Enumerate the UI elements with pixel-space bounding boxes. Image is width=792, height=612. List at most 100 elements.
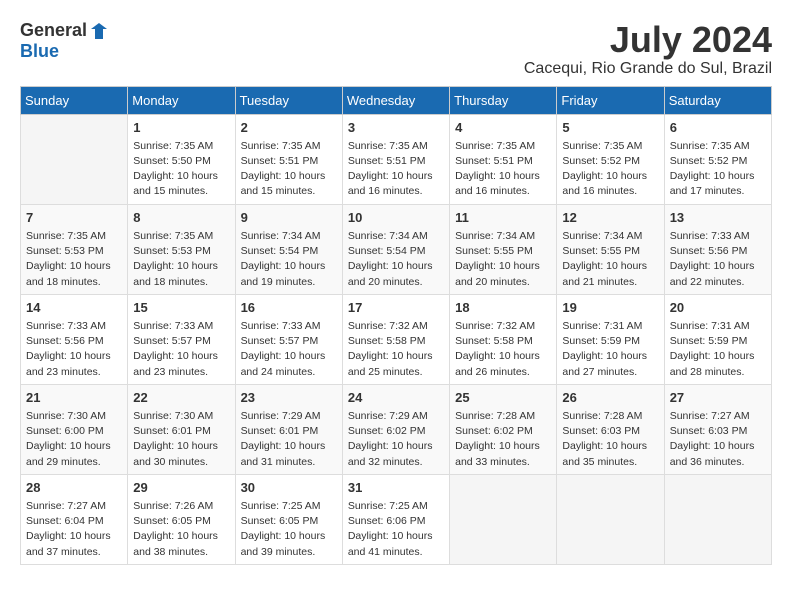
calendar-cell: 14 Sunrise: 7:33 AMSunset: 5:56 PMDayligh…: [21, 294, 128, 384]
day-info: Sunrise: 7:34 AMSunset: 5:55 PMDaylight:…: [455, 229, 551, 290]
day-number: 19: [562, 299, 658, 317]
calendar-cell: 18Sunrise: 7:32 AMSunset: 5:58 PMDayligh…: [450, 294, 557, 384]
day-info: Sunrise: 7:30 AMSunset: 6:00 PMDaylight:…: [26, 409, 122, 470]
day-info: Sunrise: 7:27 AMSunset: 6:04 PMDaylight:…: [26, 499, 122, 560]
day-info: Sunrise: 7:35 AMSunset: 5:52 PMDaylight:…: [562, 139, 658, 200]
day-info: Sunrise: 7:28 AMSunset: 6:03 PMDaylight:…: [562, 409, 658, 470]
calendar-cell: 21 Sunrise: 7:30 AMSunset: 6:00 PMDayligh…: [21, 384, 128, 474]
day-number: 6: [670, 119, 766, 137]
day-info: Sunrise: 7:35 AMSunset: 5:53 PMDaylight:…: [133, 229, 229, 290]
calendar-cell: 5 Sunrise: 7:35 AMSunset: 5:52 PMDaylight…: [557, 114, 664, 204]
calendar-cell: 10 Sunrise: 7:34 AMSunset: 5:54 PMDayligh…: [342, 204, 449, 294]
day-number: 5: [562, 119, 658, 137]
calendar-cell: 1Sunrise: 7:35 AMSunset: 5:50 PMDaylight…: [128, 114, 235, 204]
calendar-cell: [557, 474, 664, 564]
day-number: 7: [26, 209, 122, 227]
day-info: Sunrise: 7:35 AMSunset: 5:51 PMDaylight:…: [455, 139, 551, 200]
day-number: 10: [348, 209, 444, 227]
calendar-table: Sunday Monday Tuesday Wednesday Thursday…: [20, 86, 772, 565]
col-friday: Friday: [557, 86, 664, 114]
calendar-week-row: 14 Sunrise: 7:33 AMSunset: 5:56 PMDayligh…: [21, 294, 772, 384]
day-number: 23: [241, 389, 337, 407]
col-monday: Monday: [128, 86, 235, 114]
page-container: General Blue July 2024 Cacequi, Rio Gran…: [20, 20, 772, 565]
calendar-cell: 29Sunrise: 7:26 AMSunset: 6:05 PMDayligh…: [128, 474, 235, 564]
day-info: Sunrise: 7:33 AMSunset: 5:56 PMDaylight:…: [26, 319, 122, 380]
logo-blue-text: Blue: [20, 41, 59, 62]
logo-area: General Blue: [20, 20, 109, 62]
calendar-cell: 17 Sunrise: 7:32 AMSunset: 5:58 PMDayligh…: [342, 294, 449, 384]
day-number: 30: [241, 479, 337, 497]
day-number: 24: [348, 389, 444, 407]
day-number: 14: [26, 299, 122, 317]
day-number: 31: [348, 479, 444, 497]
calendar-cell: 16 Sunrise: 7:33 AMSunset: 5:57 PMDayligh…: [235, 294, 342, 384]
day-info: Sunrise: 7:29 AMSunset: 6:02 PMDaylight:…: [348, 409, 444, 470]
logo-general-text: General: [20, 20, 87, 41]
day-number: 12: [562, 209, 658, 227]
calendar-cell: [450, 474, 557, 564]
day-number: 21: [26, 389, 122, 407]
day-info: Sunrise: 7:31 AMSunset: 5:59 PMDaylight:…: [670, 319, 766, 380]
day-number: 25: [455, 389, 551, 407]
day-number: 27: [670, 389, 766, 407]
day-info: Sunrise: 7:25 AMSunset: 6:06 PMDaylight:…: [348, 499, 444, 560]
calendar-week-row: 28Sunrise: 7:27 AMSunset: 6:04 PMDayligh…: [21, 474, 772, 564]
calendar-cell: 31 Sunrise: 7:25 AMSunset: 6:06 PMDayligh…: [342, 474, 449, 564]
calendar-cell: 13Sunrise: 7:33 AMSunset: 5:56 PMDayligh…: [664, 204, 771, 294]
calendar-cell: [664, 474, 771, 564]
day-info: Sunrise: 7:31 AMSunset: 5:59 PMDaylight:…: [562, 319, 658, 380]
calendar-cell: 2 Sunrise: 7:35 AMSunset: 5:51 PMDaylight…: [235, 114, 342, 204]
day-info: Sunrise: 7:30 AMSunset: 6:01 PMDaylight:…: [133, 409, 229, 470]
day-info: Sunrise: 7:29 AMSunset: 6:01 PMDaylight:…: [241, 409, 337, 470]
day-number: 2: [241, 119, 337, 137]
day-info: Sunrise: 7:34 AMSunset: 5:54 PMDaylight:…: [348, 229, 444, 290]
calendar-cell: 20 Sunrise: 7:31 AMSunset: 5:59 PMDayligh…: [664, 294, 771, 384]
day-number: 20: [670, 299, 766, 317]
location-title: Cacequi, Rio Grande do Sul, Brazil: [524, 60, 772, 78]
calendar-week-row: 7 Sunrise: 7:35 AMSunset: 5:53 PMDaylight…: [21, 204, 772, 294]
calendar-cell: [21, 114, 128, 204]
day-number: 16: [241, 299, 337, 317]
day-info: Sunrise: 7:33 AMSunset: 5:56 PMDaylight:…: [670, 229, 766, 290]
calendar-week-row: 1Sunrise: 7:35 AMSunset: 5:50 PMDaylight…: [21, 114, 772, 204]
day-info: Sunrise: 7:35 AMSunset: 5:53 PMDaylight:…: [26, 229, 122, 290]
calendar-cell: 25 Sunrise: 7:28 AMSunset: 6:02 PMDayligh…: [450, 384, 557, 474]
day-info: Sunrise: 7:33 AMSunset: 5:57 PMDaylight:…: [133, 319, 229, 380]
col-wednesday: Wednesday: [342, 86, 449, 114]
calendar-cell: 9Sunrise: 7:34 AMSunset: 5:54 PMDaylight…: [235, 204, 342, 294]
day-info: Sunrise: 7:35 AMSunset: 5:52 PMDaylight:…: [670, 139, 766, 200]
day-info: Sunrise: 7:32 AMSunset: 5:58 PMDaylight:…: [348, 319, 444, 380]
calendar-header-row: Sunday Monday Tuesday Wednesday Thursday…: [21, 86, 772, 114]
col-saturday: Saturday: [664, 86, 771, 114]
calendar-cell: 22Sunrise: 7:30 AMSunset: 6:01 PMDayligh…: [128, 384, 235, 474]
day-number: 26: [562, 389, 658, 407]
day-info: Sunrise: 7:27 AMSunset: 6:03 PMDaylight:…: [670, 409, 766, 470]
calendar-week-row: 21 Sunrise: 7:30 AMSunset: 6:00 PMDayligh…: [21, 384, 772, 474]
day-info: Sunrise: 7:28 AMSunset: 6:02 PMDaylight:…: [455, 409, 551, 470]
calendar-cell: 8Sunrise: 7:35 AMSunset: 5:53 PMDaylight…: [128, 204, 235, 294]
calendar-cell: 4 Sunrise: 7:35 AMSunset: 5:51 PMDaylight…: [450, 114, 557, 204]
calendar-cell: 3Sunrise: 7:35 AMSunset: 5:51 PMDaylight…: [342, 114, 449, 204]
calendar-cell: 6 Sunrise: 7:35 AMSunset: 5:52 PMDaylight…: [664, 114, 771, 204]
calendar-cell: 15 Sunrise: 7:33 AMSunset: 5:57 PMDayligh…: [128, 294, 235, 384]
header: General Blue July 2024 Cacequi, Rio Gran…: [20, 20, 772, 78]
day-number: 29: [133, 479, 229, 497]
day-number: 17: [348, 299, 444, 317]
day-info: Sunrise: 7:35 AMSunset: 5:51 PMDaylight:…: [241, 139, 337, 200]
day-info: Sunrise: 7:35 AMSunset: 5:50 PMDaylight:…: [133, 139, 229, 200]
col-tuesday: Tuesday: [235, 86, 342, 114]
calendar-cell: 24 Sunrise: 7:29 AMSunset: 6:02 PMDayligh…: [342, 384, 449, 474]
day-info: Sunrise: 7:25 AMSunset: 6:05 PMDaylight:…: [241, 499, 337, 560]
day-number: 4: [455, 119, 551, 137]
calendar-cell: 19 Sunrise: 7:31 AMSunset: 5:59 PMDayligh…: [557, 294, 664, 384]
day-number: 15: [133, 299, 229, 317]
title-area: July 2024 Cacequi, Rio Grande do Sul, Br…: [524, 20, 772, 78]
calendar-cell: 23 Sunrise: 7:29 AMSunset: 6:01 PMDayligh…: [235, 384, 342, 474]
day-info: Sunrise: 7:33 AMSunset: 5:57 PMDaylight:…: [241, 319, 337, 380]
calendar-cell: 26 Sunrise: 7:28 AMSunset: 6:03 PMDayligh…: [557, 384, 664, 474]
logo-flag-icon: [89, 21, 109, 41]
logo: General: [20, 20, 109, 41]
col-sunday: Sunday: [21, 86, 128, 114]
month-title: July 2024: [524, 20, 772, 60]
